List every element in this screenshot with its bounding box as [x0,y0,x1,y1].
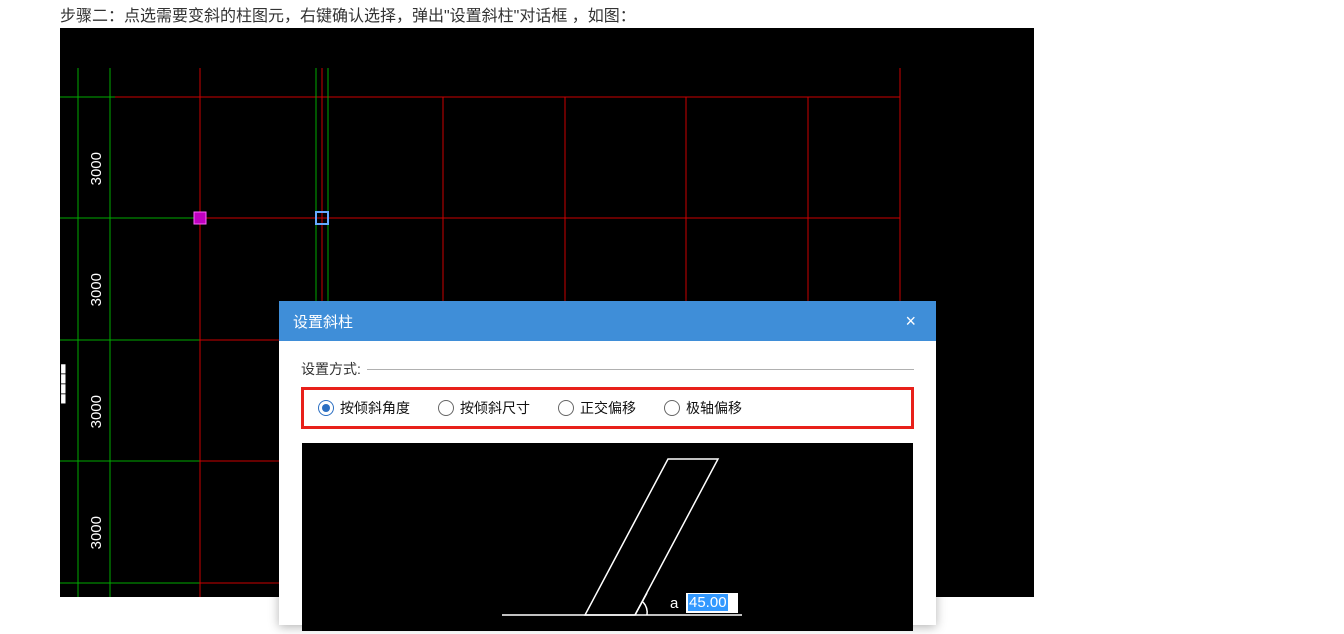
radio-icon [664,400,680,416]
dialog-body: 设置方式: 按倾斜角度 按倾斜尺寸 正交偏移 [279,341,936,631]
grid-dim-4: 3000 [88,516,105,549]
radio-by-angle[interactable]: 按倾斜角度 [318,398,410,418]
step-description: 步骤二：点选需要变斜的柱图元，右键确认选择，弹出"设置斜柱"对话框 ，如图： [60,2,636,26]
radio-label: 按倾斜角度 [340,398,410,418]
group-divider [367,369,914,370]
angle-value-input[interactable]: 45.00 [686,593,738,613]
close-icon[interactable]: × [899,309,922,334]
group-header-row: 设置方式: [301,359,914,379]
radio-polar-offset[interactable]: 极轴偏移 [664,398,742,418]
radio-row-highlight: 按倾斜角度 按倾斜尺寸 正交偏移 极轴偏移 [301,387,914,429]
grid-dim-1: 3000 [88,152,105,185]
preview-pane: a 45.00 [302,443,913,631]
edge-decoration: ▮ ▮ ▮ ▮ [60,363,67,403]
radio-icon [438,400,454,416]
cad-viewport[interactable]: 3000 3000 3000 3000 ▮ ▮ ▮ ▮ 设置斜柱 × 设置方式:… [60,28,1034,597]
grid-dim-2: 3000 [88,273,105,306]
dialog-titlebar[interactable]: 设置斜柱 × [279,301,936,341]
radio-icon [558,400,574,416]
preview-svg [302,443,913,631]
radio-label: 按倾斜尺寸 [460,398,530,418]
angle-symbol: a [670,595,678,612]
group-label: 设置方式: [301,359,361,379]
radio-label: 极轴偏移 [686,398,742,418]
grid-dim-3: 3000 [88,395,105,428]
dialog-set-slant-column: 设置斜柱 × 设置方式: 按倾斜角度 按倾斜尺寸 [279,301,936,625]
radio-label: 正交偏移 [580,398,636,418]
radio-icon [318,400,334,416]
radio-by-dimension[interactable]: 按倾斜尺寸 [438,398,530,418]
dialog-title-text: 设置斜柱 [293,311,353,332]
radio-orthogonal-offset[interactable]: 正交偏移 [558,398,636,418]
